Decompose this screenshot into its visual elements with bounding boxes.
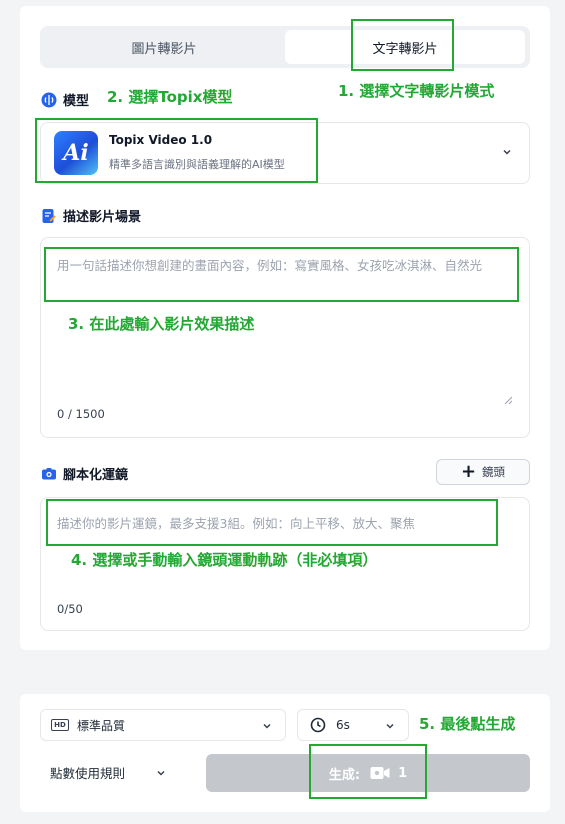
annotation-step2: 2. 選擇Topix模型 — [107, 88, 233, 106]
highlight-scene-input — [44, 247, 519, 302]
duration-value: 6s — [336, 718, 350, 732]
add-camera-button[interactable]: + 鏡頭 — [436, 459, 530, 485]
chevron-down-icon — [386, 723, 394, 729]
plus-icon: + — [460, 461, 477, 482]
annotation-step5: 5. 最後點生成 — [419, 715, 516, 733]
camera-section-label: 腳本化運鏡 — [41, 464, 128, 483]
highlight-model — [35, 118, 318, 183]
camera-label-text: 腳本化運鏡 — [63, 468, 129, 483]
quality-value: 標準品質 — [77, 718, 126, 733]
scene-char-counter: 0 / 1500 — [57, 407, 105, 421]
camera-icon — [41, 466, 57, 482]
model-label-text: 模型 — [63, 94, 90, 109]
brain-icon — [41, 92, 57, 108]
edit-document-icon — [41, 208, 57, 224]
annotation-step4: 4. 選擇或手動輸入鏡頭運動軌跡（非必填項） — [71, 551, 378, 569]
scene-label-text: 描述影片場景 — [63, 210, 142, 225]
chevron-down-icon — [503, 149, 511, 155]
duration-select[interactable]: 6s — [297, 709, 409, 741]
mode-tabs: 圖片轉影片 文字轉影片 — [40, 26, 530, 68]
tab-image-to-video[interactable]: 圖片轉影片 — [44, 30, 284, 64]
annotation-step1: 1. 選擇文字轉影片模式 — [338, 82, 495, 100]
quality-select[interactable]: HD 標準品質 — [40, 709, 286, 741]
highlight-text-to-video — [351, 19, 454, 71]
chevron-down-icon — [263, 723, 271, 729]
scene-section-label: 描述影片場景 — [41, 206, 141, 225]
model-section-label: 模型 — [41, 90, 89, 109]
resize-handle-icon[interactable] — [503, 395, 513, 405]
add-camera-label: 鏡頭 — [482, 465, 506, 479]
credit-rules-label: 點數使用規則 — [50, 766, 126, 781]
annotation-step3: 3. 在此處輸入影片效果描述 — [68, 315, 255, 333]
highlight-camera-input — [46, 499, 498, 546]
clock-icon — [310, 717, 326, 733]
credit-rules-dropdown[interactable]: 點數使用規則 — [50, 763, 167, 782]
hd-icon: HD — [51, 719, 69, 731]
highlight-generate — [309, 744, 427, 799]
chevron-down-icon — [157, 770, 165, 776]
camera-char-counter: 0/50 — [57, 602, 83, 616]
